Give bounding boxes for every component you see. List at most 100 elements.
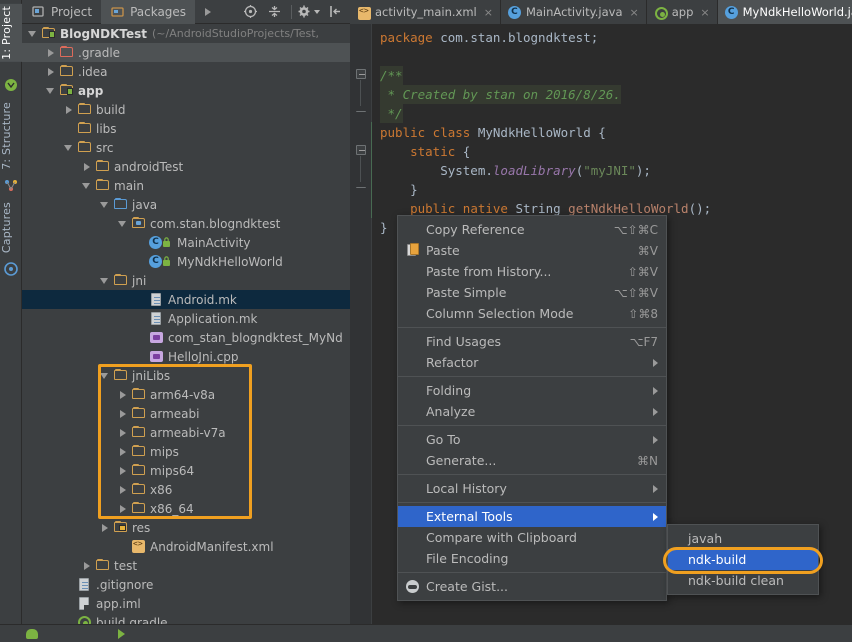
menu-item-find-usages[interactable]: Find Usages ⌥F7 bbox=[398, 331, 666, 352]
tab-overflow-button[interactable] bbox=[195, 7, 221, 16]
tree-row-androidTest[interactable]: androidTest bbox=[22, 157, 350, 176]
menu-item-paste[interactable]: Paste ⌘V bbox=[398, 240, 666, 261]
chevron-down-icon[interactable] bbox=[100, 371, 109, 380]
tree-row-root[interactable]: BlogNDKTest (~/AndroidStudioProjects/Test… bbox=[22, 24, 350, 43]
tree-row-HelloJni.cpp[interactable]: HelloJni.cpp bbox=[22, 347, 350, 366]
target-icon[interactable] bbox=[243, 4, 258, 19]
close-icon[interactable]: × bbox=[630, 6, 639, 19]
tree-row-test[interactable]: test bbox=[22, 556, 350, 575]
submenu-item-javah[interactable]: javah bbox=[668, 528, 818, 549]
tree-row-mips[interactable]: mips bbox=[22, 442, 350, 461]
tree-row-pkg[interactable]: com.stan.blogndktest bbox=[22, 214, 350, 233]
fold-region-static-icon[interactable] bbox=[356, 145, 366, 155]
menu-item-generate[interactable]: Generate... ⌘N bbox=[398, 450, 666, 471]
chevron-right-icon[interactable] bbox=[118, 390, 127, 399]
chevron-right-icon[interactable] bbox=[100, 523, 109, 532]
menu-item-compare-with-clipboard[interactable]: Compare with Clipboard bbox=[398, 527, 666, 548]
tab-packages[interactable]: Packages bbox=[101, 0, 196, 24]
chevron-right-icon[interactable] bbox=[82, 561, 91, 570]
tree-row-gradle[interactable]: .gradle bbox=[22, 43, 350, 62]
tree-row-x86_64[interactable]: x86_64 bbox=[22, 499, 350, 518]
sidebar-item-captures[interactable]: Captures bbox=[0, 200, 22, 255]
tree-row-mips64[interactable]: mips64 bbox=[22, 461, 350, 480]
tree-row-AndroidManifest.xml[interactable]: AndroidManifest.xml bbox=[22, 537, 350, 556]
menu-item-paste-from-history[interactable]: Paste from History... ⇧⌘V bbox=[398, 261, 666, 282]
menu-item-analyze[interactable]: Analyze bbox=[398, 401, 666, 422]
chevron-down-icon[interactable] bbox=[314, 9, 320, 14]
menu-item-file-encoding[interactable]: File Encoding bbox=[398, 548, 666, 569]
tree-row-java[interactable]: java bbox=[22, 195, 350, 214]
chevron-down-icon[interactable] bbox=[100, 276, 109, 285]
tree-row-MyNdkHelloWorld[interactable]: C MyNdkHelloWorld bbox=[22, 252, 350, 271]
editor-tab-app[interactable]: app × bbox=[647, 0, 718, 24]
chevron-down-icon[interactable] bbox=[64, 143, 73, 152]
editor-gutter[interactable] bbox=[350, 24, 373, 642]
tab-project[interactable]: Project bbox=[22, 0, 101, 24]
chevron-down-icon[interactable] bbox=[82, 181, 91, 190]
menu-item-folding[interactable]: Folding bbox=[398, 380, 666, 401]
tree-row-armeabi[interactable]: armeabi bbox=[22, 404, 350, 423]
fold-region-static-end-icon[interactable] bbox=[356, 182, 366, 188]
tree-row-Application.mk[interactable]: Application.mk bbox=[22, 309, 350, 328]
fold-region-comment-icon[interactable] bbox=[356, 69, 366, 79]
tree-row-jni[interactable]: jni bbox=[22, 271, 350, 290]
menu-item-refactor[interactable]: Refactor bbox=[398, 352, 666, 373]
collapse-all-icon[interactable] bbox=[267, 4, 282, 19]
close-icon[interactable]: × bbox=[700, 6, 709, 19]
chevron-right-icon[interactable] bbox=[46, 67, 55, 76]
chevron-down-icon[interactable] bbox=[46, 86, 55, 95]
tree-row-app[interactable]: app bbox=[22, 81, 350, 100]
close-icon[interactable]: × bbox=[484, 6, 493, 19]
tree-row-arm64-v8a[interactable]: arm64-v8a bbox=[22, 385, 350, 404]
menu-item-paste-simple[interactable]: Paste Simple ⌥⇧⌘V bbox=[398, 282, 666, 303]
external-tools-submenu[interactable]: javah ndk-build ndk-build clean bbox=[667, 524, 819, 595]
editor-tab-mainactivity-java[interactable]: C MainActivity.java × bbox=[501, 0, 647, 24]
tree-row-header[interactable]: com_stan_blogndktest_MyNd bbox=[22, 328, 350, 347]
chevron-right-icon[interactable] bbox=[118, 485, 127, 494]
tree-row-app.iml[interactable]: app.iml bbox=[22, 594, 350, 613]
tree-row-res[interactable]: res bbox=[22, 518, 350, 537]
sidebar-item-structure[interactable]: 7: Structure bbox=[0, 100, 22, 172]
tree-row-MainActivity[interactable]: C MainActivity bbox=[22, 233, 350, 252]
tree-row-Android.mk[interactable]: Android.mk bbox=[22, 290, 350, 309]
tree-row-build.gradle[interactable]: build.gradle bbox=[22, 613, 350, 624]
tree-row-idea[interactable]: .idea bbox=[22, 62, 350, 81]
submenu-item-ndk-build[interactable]: ndk-build bbox=[668, 549, 818, 570]
project-tree[interactable]: BlogNDKTest (~/AndroidStudioProjects/Test… bbox=[22, 24, 350, 624]
menu-item-column-selection-mode[interactable]: Column Selection Mode ⇧⌘8 bbox=[398, 303, 666, 324]
editor-context-menu[interactable]: Copy Reference ⌥⇧⌘C Paste ⌘V Paste from Hist… bbox=[397, 215, 667, 601]
tree-row-main[interactable]: main bbox=[22, 176, 350, 195]
bottom-tab-run[interactable] bbox=[26, 625, 38, 642]
editor-tab-bar[interactable]: activity_main.xml×CMainActivity.java×app… bbox=[350, 0, 852, 24]
chevron-right-icon[interactable] bbox=[64, 105, 73, 114]
fold-region-comment-end-icon[interactable] bbox=[356, 106, 366, 112]
chevron-right-icon[interactable] bbox=[118, 466, 127, 475]
chevron-right-icon[interactable] bbox=[46, 48, 55, 57]
tree-row-src[interactable]: src bbox=[22, 138, 350, 157]
chevron-right-icon[interactable] bbox=[82, 162, 91, 171]
chevron-down-icon[interactable] bbox=[28, 29, 37, 38]
menu-item-create-gist[interactable]: Create Gist... bbox=[398, 576, 666, 597]
chevron-right-icon[interactable] bbox=[118, 504, 127, 513]
chevron-right-icon[interactable] bbox=[118, 447, 127, 456]
bottom-tab-gradle-build[interactable] bbox=[118, 625, 125, 642]
chevron-down-icon[interactable] bbox=[118, 219, 127, 228]
editor-tab-myndkhelloworld-java[interactable]: CMyNdkHelloWorld.java× bbox=[717, 0, 852, 24]
tree-row-jniLibs[interactable]: jniLibs bbox=[22, 366, 350, 385]
submenu-item-ndk-build-clean[interactable]: ndk-build clean bbox=[668, 570, 818, 591]
tree-row-armeabi-v7a[interactable]: armeabi-v7a bbox=[22, 423, 350, 442]
menu-item-go-to[interactable]: Go To bbox=[398, 429, 666, 450]
chevron-right-icon[interactable] bbox=[118, 409, 127, 418]
chevron-right-icon[interactable] bbox=[118, 428, 127, 437]
chevron-down-icon[interactable] bbox=[100, 200, 109, 209]
editor-tab-activity-main-xml[interactable]: activity_main.xml × bbox=[350, 0, 501, 24]
sidebar-item-project[interactable]: 1: Project bbox=[0, 4, 22, 62]
menu-item-copy-reference[interactable]: Copy Reference ⌥⇧⌘C bbox=[398, 219, 666, 240]
hide-panel-icon[interactable] bbox=[328, 4, 343, 19]
tree-row-.gitignore[interactable]: .gitignore bbox=[22, 575, 350, 594]
menu-item-local-history[interactable]: Local History bbox=[398, 478, 666, 499]
tree-row-libs[interactable]: libs bbox=[22, 119, 350, 138]
menu-item-external-tools[interactable]: External Tools bbox=[398, 506, 666, 527]
tree-row-build[interactable]: build bbox=[22, 100, 350, 119]
tree-row-x86[interactable]: x86 bbox=[22, 480, 350, 499]
